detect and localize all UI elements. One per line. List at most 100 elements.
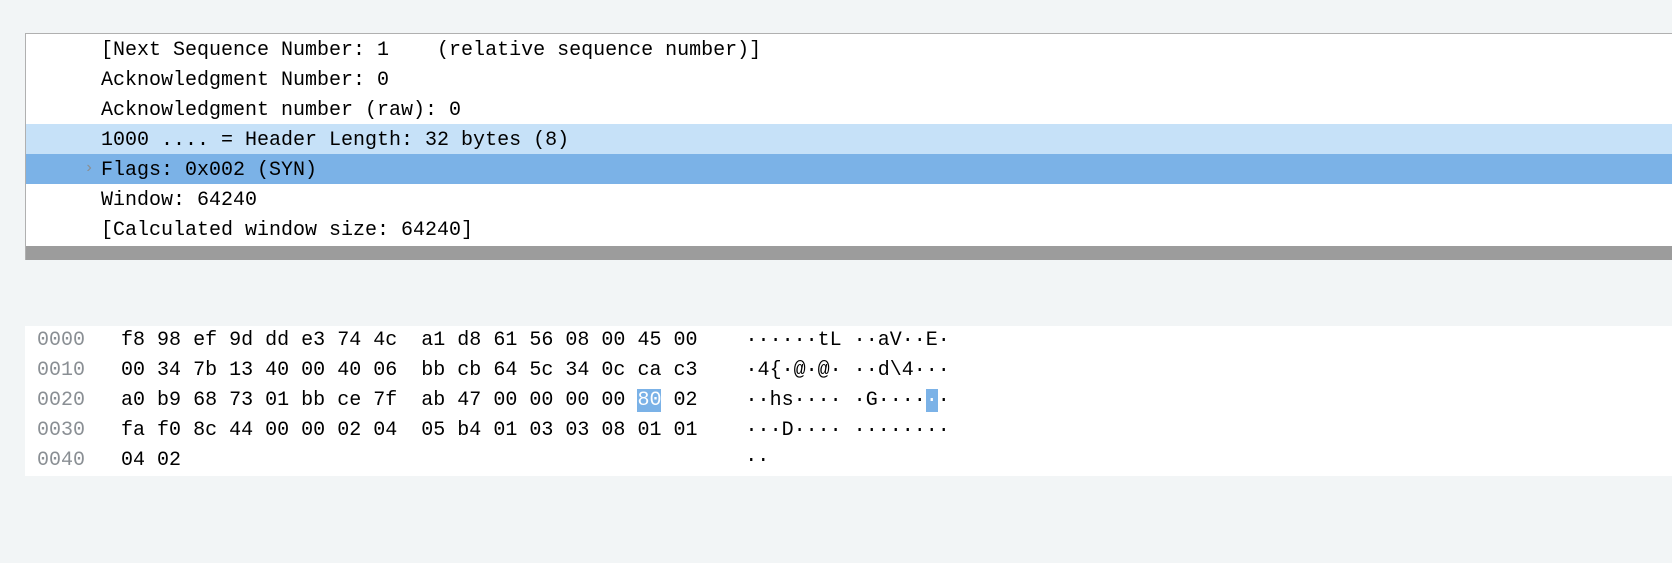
hex-byte[interactable]: 02 bbox=[337, 419, 361, 442]
hex-byte[interactable]: 13 bbox=[229, 359, 253, 382]
hex-byte[interactable]: 04 bbox=[121, 449, 145, 472]
ascii-char[interactable]: · bbox=[830, 389, 842, 412]
ascii-char[interactable]: · bbox=[914, 329, 926, 352]
hex-row[interactable]: 0030 fa f0 8c 44 00 00 02 04 05 b4 01 03… bbox=[25, 416, 1672, 446]
ascii-char[interactable]: @ bbox=[794, 359, 806, 382]
details-row[interactable]: Acknowledgment number (raw): 0 bbox=[26, 94, 1672, 124]
ascii-char[interactable]: · bbox=[806, 359, 818, 382]
ascii-char[interactable]: · bbox=[794, 419, 806, 442]
hex-byte[interactable]: 47 bbox=[457, 389, 481, 412]
hex-byte[interactable]: bb bbox=[301, 389, 325, 412]
hex-byte[interactable]: 01 bbox=[265, 389, 289, 412]
details-row[interactable]: [Calculated window size: 64240] bbox=[26, 214, 1672, 244]
ascii-char[interactable]: · bbox=[746, 329, 758, 352]
hex-byte[interactable]: c3 bbox=[673, 359, 697, 382]
ascii-char[interactable]: L bbox=[830, 329, 842, 352]
ascii-char[interactable]: · bbox=[938, 389, 950, 412]
ascii-char[interactable]: · bbox=[854, 419, 866, 442]
hex-row[interactable]: 0020 a0 b9 68 73 01 bb ce 7f ab 47 00 00… bbox=[25, 386, 1672, 416]
ascii-char[interactable]: · bbox=[914, 389, 926, 412]
details-row[interactable]: Window: 64240 bbox=[26, 184, 1672, 214]
hex-byte[interactable]: 01 bbox=[637, 419, 661, 442]
ascii-char[interactable]: · bbox=[770, 329, 782, 352]
ascii-char[interactable]: · bbox=[794, 329, 806, 352]
details-row[interactable]: [Next Sequence Number: 1 (relative seque… bbox=[26, 34, 1672, 64]
ascii-char[interactable]: D bbox=[782, 419, 794, 442]
hex-byte[interactable]: ce bbox=[337, 389, 361, 412]
hex-byte[interactable]: 61 bbox=[493, 329, 517, 352]
hex-byte[interactable]: 06 bbox=[373, 359, 397, 382]
hex-byte[interactable]: 9d bbox=[229, 329, 253, 352]
ascii-char[interactable]: · bbox=[757, 449, 769, 472]
hex-byte[interactable]: 04 bbox=[373, 419, 397, 442]
ascii-char[interactable]: · bbox=[938, 359, 950, 382]
ascii-char[interactable]: · bbox=[854, 329, 866, 352]
ascii-char[interactable]: · bbox=[890, 419, 902, 442]
hex-byte[interactable]: f8 bbox=[121, 329, 145, 352]
hex-byte[interactable]: 05 bbox=[421, 419, 445, 442]
packet-details-tree[interactable]: [Next Sequence Number: 1 (relative seque… bbox=[26, 34, 1672, 244]
hex-byte[interactable]: 01 bbox=[493, 419, 517, 442]
ascii-char[interactable]: · bbox=[758, 329, 770, 352]
hex-byte[interactable]: 00 bbox=[301, 359, 325, 382]
hex-byte[interactable]: 00 bbox=[529, 389, 553, 412]
ascii-char[interactable]: · bbox=[878, 389, 890, 412]
ascii-char[interactable]: · bbox=[866, 419, 878, 442]
ascii-char[interactable]: · bbox=[746, 359, 758, 382]
hex-byte[interactable]: 03 bbox=[565, 419, 589, 442]
ascii-char[interactable]: { bbox=[770, 359, 782, 382]
ascii-char[interactable]: · bbox=[878, 419, 890, 442]
hex-byte[interactable]: 74 bbox=[337, 329, 361, 352]
hex-byte[interactable]: b4 bbox=[457, 419, 481, 442]
hex-byte[interactable]: b9 bbox=[157, 389, 181, 412]
ascii-char[interactable]: G bbox=[866, 389, 878, 412]
ascii-char[interactable]: · bbox=[746, 419, 758, 442]
hex-byte[interactable]: d8 bbox=[457, 329, 481, 352]
hex-byte[interactable]: 02 bbox=[673, 389, 697, 412]
hex-byte[interactable]: 44 bbox=[229, 419, 253, 442]
hex-byte[interactable]: fa bbox=[121, 419, 145, 442]
ascii-char[interactable]: · bbox=[914, 419, 926, 442]
ascii-char[interactable]: · bbox=[782, 359, 794, 382]
hex-byte[interactable]: 0c bbox=[601, 359, 625, 382]
ascii-char[interactable]: · bbox=[830, 359, 842, 382]
hex-byte[interactable]: 56 bbox=[529, 329, 553, 352]
ascii-char[interactable]: · bbox=[746, 389, 758, 412]
ascii-char[interactable]: · bbox=[854, 389, 866, 412]
hex-byte[interactable]: 00 bbox=[565, 389, 589, 412]
hex-byte[interactable]: 98 bbox=[157, 329, 181, 352]
hex-byte[interactable]: 00 bbox=[121, 359, 145, 382]
hex-byte[interactable]: 34 bbox=[565, 359, 589, 382]
ascii-char[interactable]: 4 bbox=[902, 359, 914, 382]
horizontal-scrollbar[interactable] bbox=[26, 246, 1672, 260]
hex-byte[interactable]: 00 bbox=[601, 329, 625, 352]
ascii-char[interactable]: · bbox=[745, 449, 757, 472]
ascii-char[interactable]: · bbox=[890, 389, 902, 412]
ascii-char[interactable]: · bbox=[926, 419, 938, 442]
hex-byte[interactable]: f0 bbox=[157, 419, 181, 442]
hex-byte[interactable]: 00 bbox=[493, 389, 517, 412]
hex-byte[interactable]: 01 bbox=[673, 419, 697, 442]
hex-row[interactable]: 0000 f8 98 ef 9d dd e3 74 4c a1 d8 61 56… bbox=[25, 326, 1672, 356]
ascii-char[interactable]: s bbox=[782, 389, 794, 412]
hex-byte[interactable]: 00 bbox=[601, 389, 625, 412]
hex-byte[interactable]: 02 bbox=[157, 449, 181, 472]
hex-byte[interactable]: 4c bbox=[373, 329, 397, 352]
ascii-char[interactable]: a bbox=[878, 329, 890, 352]
hex-byte[interactable]: 7f bbox=[373, 389, 397, 412]
ascii-char[interactable]: · bbox=[818, 419, 830, 442]
hex-byte[interactable]: 00 bbox=[673, 329, 697, 352]
hex-byte[interactable]: 00 bbox=[301, 419, 325, 442]
hex-row[interactable]: 0040 04 02 ·· bbox=[25, 446, 1672, 476]
hex-byte[interactable]: 64 bbox=[493, 359, 517, 382]
ascii-char[interactable]: h bbox=[770, 389, 782, 412]
hex-byte[interactable]: ab bbox=[421, 389, 445, 412]
ascii-char[interactable]: · bbox=[854, 359, 866, 382]
hex-row[interactable]: 0010 00 34 7b 13 40 00 40 06 bb cb 64 5c… bbox=[25, 356, 1672, 386]
hex-byte[interactable]: 73 bbox=[229, 389, 253, 412]
hex-byte[interactable]: 03 bbox=[529, 419, 553, 442]
ascii-char[interactable]: · bbox=[818, 389, 830, 412]
ascii-char[interactable]: · bbox=[806, 329, 818, 352]
ascii-char[interactable]: · bbox=[914, 359, 926, 382]
hex-byte[interactable]: 45 bbox=[637, 329, 661, 352]
